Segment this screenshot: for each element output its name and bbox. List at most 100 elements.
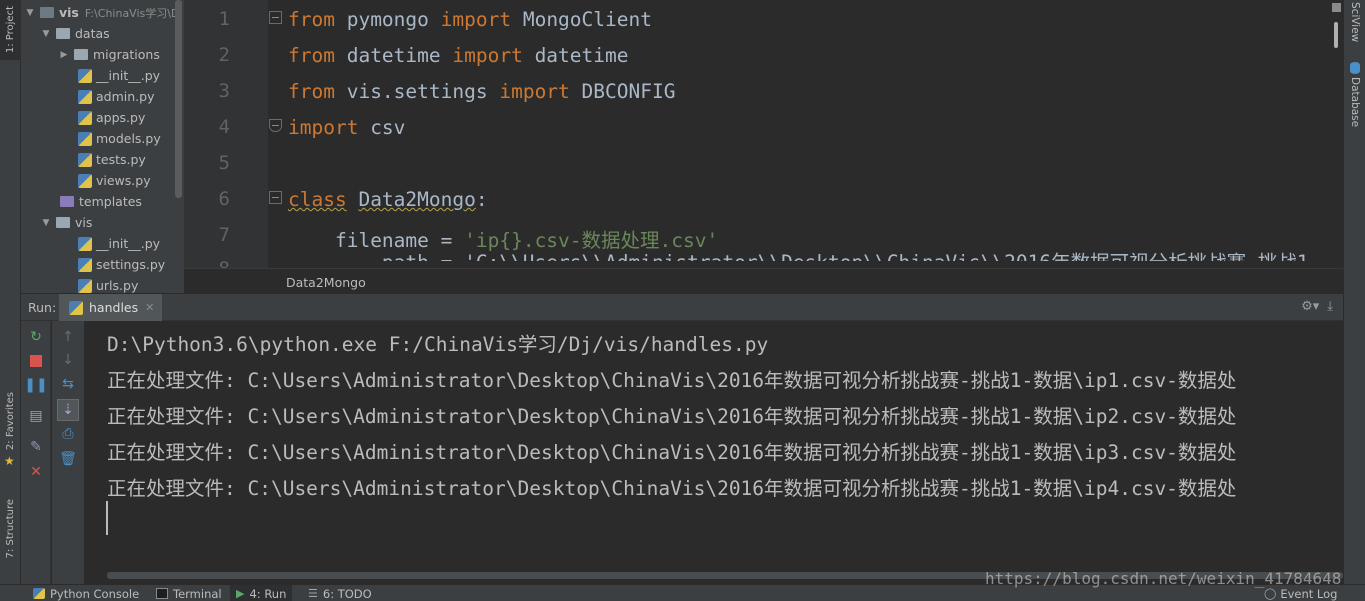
python-file-icon xyxy=(78,173,92,188)
stop-icon[interactable] xyxy=(25,350,47,372)
arrow-down-icon[interactable]: ↓ xyxy=(57,349,79,371)
dump-threads-icon[interactable]: ▤ xyxy=(25,405,47,427)
right-tool-strip: SciView Database xyxy=(1343,0,1365,584)
tree-scrollbar[interactable] xyxy=(175,0,182,198)
chevron-down-icon[interactable]: ▼ xyxy=(40,29,52,39)
keyword: from xyxy=(288,80,335,103)
console-line: 正在处理文件: C:\Users\Administrator\Desktop\C… xyxy=(107,477,1237,500)
console-line: 正在处理文件: C:\Users\Administrator\Desktop\C… xyxy=(107,369,1237,392)
editor-scrollbar[interactable] xyxy=(1331,0,1343,268)
hide-panel-icon[interactable]: ⤓ xyxy=(1327,299,1333,314)
tree-item-init-py[interactable]: __init__.py xyxy=(78,65,160,86)
database-tool-tab[interactable]: Database xyxy=(1344,62,1365,127)
breadcrumb[interactable]: Data2Mongo xyxy=(286,275,366,290)
inspection-marker-icon[interactable] xyxy=(1332,3,1341,12)
terminal-label: Terminal xyxy=(173,586,222,601)
arrow-up-icon[interactable]: ↑ xyxy=(57,326,79,348)
python-console-icon xyxy=(33,588,45,599)
tree-item-label: tests.py xyxy=(96,152,146,167)
tree-item-label: vis xyxy=(75,215,93,230)
keyword: from xyxy=(288,44,335,67)
terminal-tab[interactable]: Terminal xyxy=(150,585,228,601)
python-console-label: Python Console xyxy=(50,586,140,601)
close-icon[interactable]: ✕ xyxy=(145,301,154,314)
todo-tab[interactable]: ☰ 6: TODO xyxy=(302,585,378,601)
run-tab-label: 4: Run xyxy=(249,586,287,601)
scrollbar-thumb[interactable] xyxy=(1334,22,1338,48)
code-line-6[interactable]: class Data2Mongo: xyxy=(288,188,488,211)
tree-item-templates[interactable]: templates xyxy=(60,191,142,212)
tree-item-urls-py[interactable]: urls.py xyxy=(78,275,138,293)
tree-item-models-py[interactable]: models.py xyxy=(78,128,161,149)
print-icon[interactable]: ⎙ xyxy=(57,423,79,445)
fold-marker-icon[interactable] xyxy=(269,191,282,204)
tree-item-apps-py[interactable]: apps.py xyxy=(78,107,145,128)
text-caret xyxy=(106,501,108,535)
soft-wrap-icon[interactable]: ⇆ xyxy=(57,373,79,395)
python-file-icon xyxy=(78,68,92,83)
code-line-4[interactable]: import csv xyxy=(288,116,405,139)
tree-item-vis[interactable]: ▼ vis xyxy=(40,212,93,233)
run-toolbar-primary: ↻ ❚❚ ▤ ✎ ✕ xyxy=(21,321,51,584)
sciview-tool-tab[interactable]: SciView xyxy=(1344,2,1365,42)
tree-item-label: admin.py xyxy=(96,89,155,104)
fold-marker-icon[interactable] xyxy=(269,119,282,132)
structure-tool-tab[interactable]: 7: Structure xyxy=(0,487,21,571)
chevron-right-icon[interactable]: ▶ xyxy=(58,50,70,60)
tree-root-path: F:\ChinaVis学习\Dj xyxy=(84,6,183,20)
python-console-tab[interactable]: Python Console xyxy=(27,585,145,601)
pin-icon[interactable]: ✎ xyxy=(25,436,47,458)
run-tab-handles[interactable]: handles ✕ xyxy=(59,294,163,321)
tree-item-init-py[interactable]: __init__.py xyxy=(78,233,160,254)
chevron-down-icon[interactable]: ▼ xyxy=(40,218,52,228)
python-file-icon xyxy=(78,110,92,125)
tree-item-views-py[interactable]: views.py xyxy=(78,170,151,191)
tree-root-vis[interactable]: ▼ vis F:\ChinaVis学习\Dj xyxy=(24,2,183,23)
close-icon[interactable]: ✕ xyxy=(25,461,47,483)
database-icon xyxy=(1350,62,1360,74)
terminal-icon xyxy=(156,588,168,599)
tree-item-label: views.py xyxy=(96,173,151,188)
console-line: 正在处理文件: C:\Users\Administrator\Desktop\C… xyxy=(107,405,1237,428)
tree-item-label: migrations xyxy=(93,47,160,62)
python-file-icon xyxy=(78,131,92,146)
sciview-tab-label: SciView xyxy=(1349,2,1361,43)
python-file-icon xyxy=(78,257,92,272)
console-line: D:\Python3.6\python.exe F:/ChinaVis学习/Dj… xyxy=(107,333,769,356)
code-line-8[interactable]: path = 'C:\\Users\\Administrator\\Deskto… xyxy=(288,248,1320,261)
trash-icon[interactable]: 🗑 xyxy=(57,448,79,470)
tree-item-migrations[interactable]: ▶ migrations xyxy=(58,44,160,65)
code-line-3[interactable]: from vis.settings import DBCONFIG xyxy=(288,80,675,103)
code-line-2[interactable]: from datetime import datetime xyxy=(288,44,629,67)
project-tool-tab[interactable]: 1: Project xyxy=(0,0,21,60)
chevron-down-icon[interactable]: ▼ xyxy=(24,8,36,18)
code-line-1[interactable]: from pymongo import MongoClient xyxy=(288,8,652,31)
line-number: 5 xyxy=(218,152,230,174)
class-name: Data2Mongo xyxy=(358,188,476,211)
structure-tab-label: 7: Structure xyxy=(5,499,16,559)
code-text: pymongo xyxy=(334,8,441,31)
folder-icon xyxy=(56,28,70,39)
code-text: vis.settings xyxy=(334,80,500,103)
line-number: 6 xyxy=(218,188,230,210)
watermark: https://blog.csdn.net/weixin_41784648 xyxy=(985,569,1342,588)
run-toolbar-secondary: ↑ ↓ ⇆ ⇣ ⎙ 🗑 xyxy=(52,321,84,584)
scroll-to-end-icon[interactable]: ⇣ xyxy=(57,399,79,421)
run-tab[interactable]: ▶ 4: Run xyxy=(230,585,293,601)
pause-icon[interactable]: ❚❚ xyxy=(24,374,47,396)
folder-icon xyxy=(74,49,88,60)
favorites-tool-tab[interactable]: ★ 2: Favorites xyxy=(0,390,21,475)
tree-item-datas[interactable]: ▼ datas xyxy=(40,23,110,44)
tree-item-admin-py[interactable]: admin.py xyxy=(78,86,154,107)
rerun-icon[interactable]: ↻ xyxy=(25,326,47,348)
tree-item-settings-py[interactable]: settings.py xyxy=(78,254,165,275)
console-output[interactable]: D:\Python3.6\python.exe F:/ChinaVis学习/Dj… xyxy=(85,321,1343,584)
line-number: 4 xyxy=(218,116,230,138)
left-tool-strip: 1: Project ★ 2: Favorites 7: Structure xyxy=(0,0,21,584)
tree-item-tests-py[interactable]: tests.py xyxy=(78,149,146,170)
fold-marker-icon[interactable] xyxy=(269,11,282,24)
tree-item-label: __init__.py xyxy=(96,236,161,251)
keyword: import xyxy=(440,8,512,31)
gear-icon[interactable]: ⚙▾ xyxy=(1301,299,1319,314)
code-text: datetime xyxy=(522,44,629,67)
